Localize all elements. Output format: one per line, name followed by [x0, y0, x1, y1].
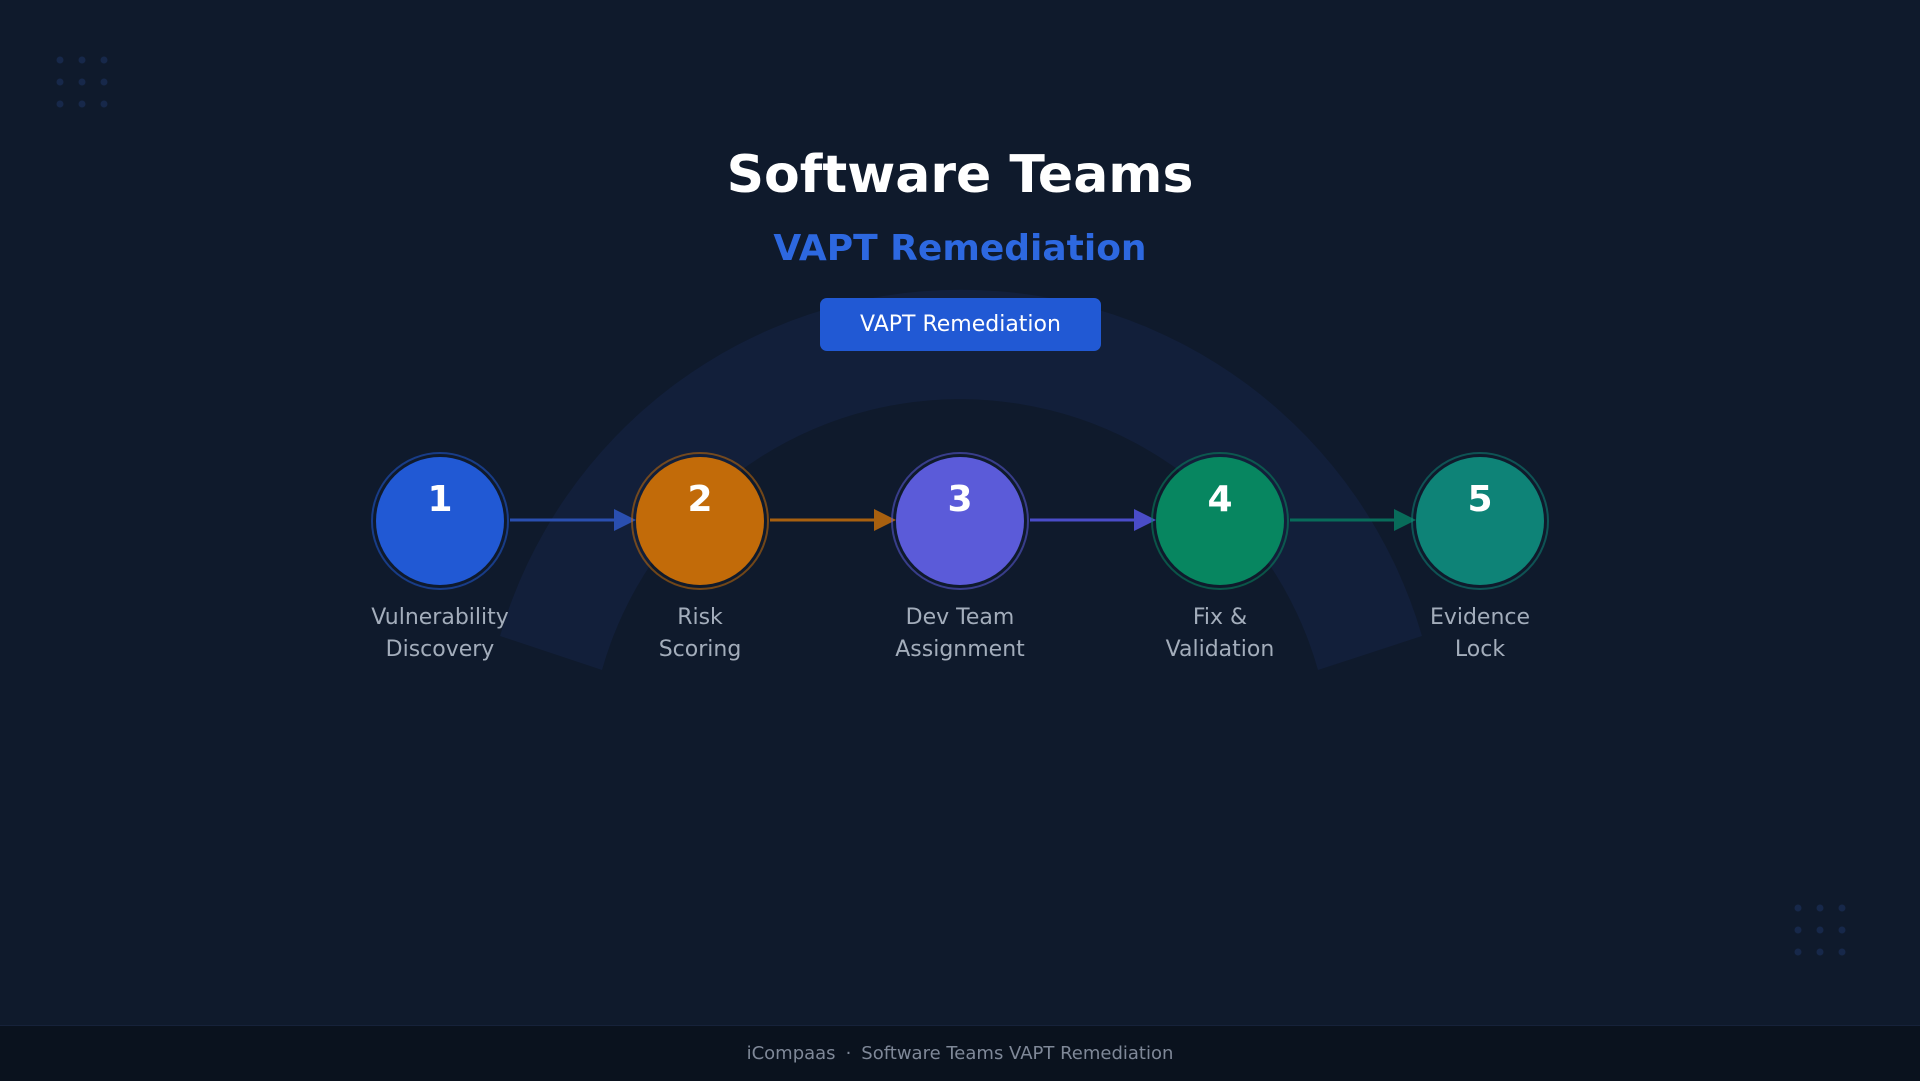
step-number: 1	[427, 479, 453, 520]
step-4-label: Fix & Validation	[1110, 602, 1330, 666]
step-label-line: Validation	[1165, 637, 1275, 662]
step-5-node: 5	[1411, 452, 1549, 590]
step-label-line: Evidence	[1429, 605, 1531, 630]
step-label-line: Risk	[677, 605, 723, 630]
step-3-node: 3	[891, 452, 1029, 590]
footer-separator: ·	[845, 1043, 852, 1064]
step-number: 4	[1207, 479, 1233, 520]
connector-3-4	[1030, 509, 1156, 531]
step-label-line: Vulnerability	[371, 605, 509, 630]
step-label-line: Discovery	[385, 637, 495, 662]
step-2-label: Risk Scoring	[590, 602, 810, 666]
connector-1-2	[510, 509, 636, 531]
step-2-node: 2	[631, 452, 769, 590]
footer-brand: iCompaas	[746, 1043, 836, 1064]
connector-2-3	[770, 509, 896, 531]
step-3-label: Dev Team Assignment	[850, 602, 1070, 666]
step-number: 2	[687, 479, 713, 520]
step-4-node: 4	[1151, 452, 1289, 590]
footer-bar: iCompaas · Software Teams VAPT Remediation	[0, 1025, 1920, 1081]
step-number: 5	[1467, 479, 1493, 520]
step-label-line: Fix &	[1192, 605, 1248, 630]
step-label-line: Scoring	[658, 637, 742, 662]
step-label-line: Assignment	[895, 637, 1025, 662]
step-number: 3	[947, 479, 973, 520]
step-label-line: Dev Team	[905, 605, 1015, 630]
step-5-label: Evidence Lock	[1370, 602, 1590, 666]
step-label-line: Lock	[1454, 637, 1506, 662]
step-1-node: 1	[371, 452, 509, 590]
connector-4-5	[1290, 509, 1416, 531]
step-1-label: Vulnerability Discovery	[330, 602, 550, 666]
footer-text: Software Teams VAPT Remediation	[861, 1043, 1174, 1064]
